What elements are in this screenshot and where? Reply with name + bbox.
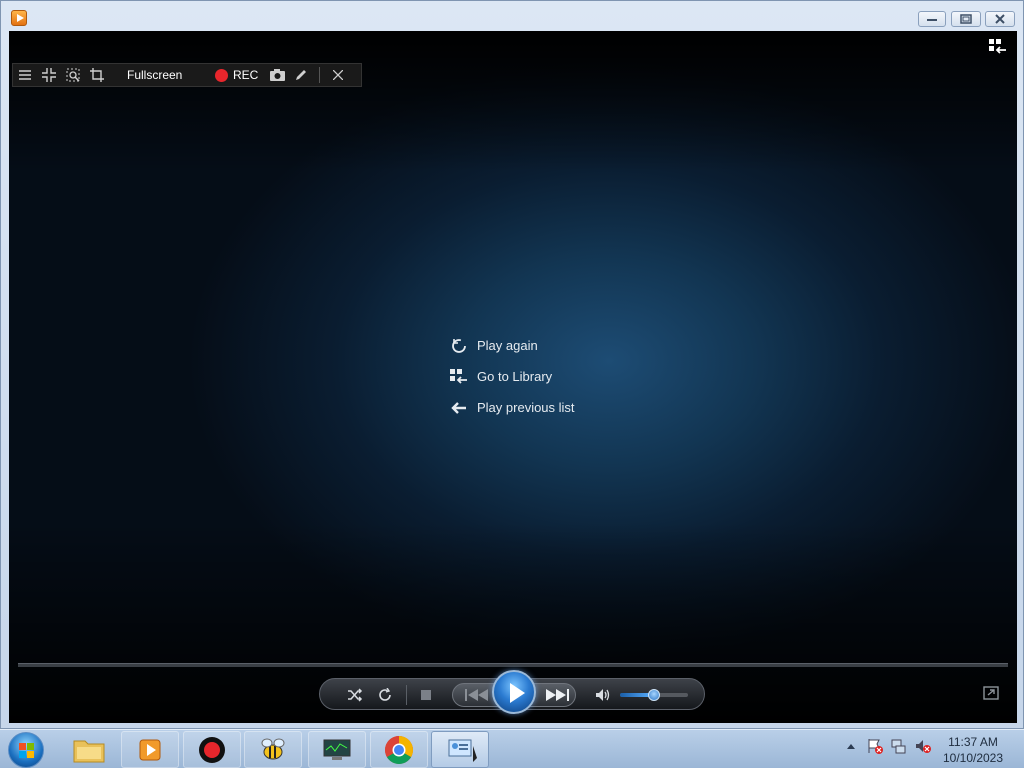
monitor-icon (323, 739, 351, 760)
title-bar[interactable] (1, 1, 1023, 31)
close-icon (995, 14, 1005, 24)
restore-icon (960, 14, 972, 24)
clock-time: 11:37 AM (948, 735, 998, 749)
fullscreen-button[interactable]: Fullscreen (127, 68, 205, 82)
volume-slider[interactable] (620, 689, 688, 701)
minimize-button[interactable] (918, 11, 946, 27)
region-zoom-button[interactable] (61, 64, 85, 86)
go-to-library-label: Go to Library (477, 369, 553, 384)
play-again-label: Play again (477, 338, 538, 353)
record-button[interactable]: REC (215, 68, 265, 82)
close-icon (333, 70, 343, 80)
record-icon (199, 736, 225, 763)
volume-thumb[interactable] (648, 689, 660, 701)
play-button[interactable] (492, 670, 536, 714)
taskbar-clock[interactable]: 11:37 AM 10/10/2023 (936, 734, 1010, 766)
taskbar-chrome[interactable] (370, 731, 428, 768)
library-icon (449, 367, 469, 387)
system-tray (843, 738, 939, 754)
previous-button[interactable] (460, 684, 494, 706)
action-center-tray[interactable] (867, 738, 883, 754)
volume-icon (596, 689, 610, 701)
close-button[interactable] (985, 11, 1015, 27)
taskbar-file-explorer[interactable] (60, 731, 118, 768)
start-button[interactable] (8, 732, 44, 768)
chrome-icon (385, 735, 413, 764)
capture-toolbar: Fullscreen REC (12, 63, 362, 87)
pencil-icon (296, 70, 306, 80)
record-label: REC (233, 68, 259, 82)
next-icon (546, 689, 569, 701)
video-area[interactable]: Play again Go to Library Play previous l… (9, 31, 1017, 723)
switch-to-compact-mode-icon[interactable] (983, 686, 999, 700)
play-previous-list-link[interactable]: Play previous list (449, 392, 575, 423)
shrink-button[interactable] (37, 64, 61, 86)
taskbar: 11:37 AM 10/10/2023 (0, 729, 1024, 768)
control-panel-icon (448, 739, 477, 762)
region-zoom-icon (66, 68, 80, 82)
taskbar-screen-recorder[interactable] (183, 731, 241, 768)
show-hidden-icons-button[interactable] (843, 738, 859, 754)
mute-button[interactable] (592, 684, 614, 706)
play-again-link[interactable]: Play again (449, 330, 575, 361)
camera-icon (269, 69, 285, 81)
repeat-button[interactable] (374, 684, 396, 706)
minimize-icon (927, 19, 937, 21)
media-player-app-icon[interactable] (11, 10, 27, 26)
back-arrow-icon (449, 398, 469, 418)
shrink-icon (42, 68, 56, 82)
shuffle-button[interactable] (344, 684, 366, 706)
taskbar-media-player[interactable] (121, 731, 179, 768)
playback-controls (319, 670, 705, 714)
network-tray[interactable] (891, 738, 907, 754)
volume-tray[interactable] (915, 738, 931, 754)
media-player-window: Play again Go to Library Play previous l… (0, 0, 1024, 729)
folder-icon (73, 740, 105, 762)
repeat-icon (379, 688, 391, 701)
action-center-flag-icon (868, 739, 883, 754)
screenshot-button[interactable] (265, 64, 289, 86)
toolbar-divider (319, 67, 320, 83)
bee-icon (261, 738, 285, 759)
media-player-icon (139, 739, 161, 760)
clock-date: 10/10/2023 (942, 751, 1004, 765)
stop-icon (421, 690, 431, 700)
restore-button[interactable] (951, 11, 981, 27)
replay-icon (449, 336, 469, 356)
go-to-library-link[interactable]: Go to Library (449, 361, 575, 392)
now-playing-end-menu: Play again Go to Library Play previous l… (449, 330, 575, 423)
seek-bar[interactable] (18, 663, 1008, 667)
stop-button[interactable] (415, 684, 437, 706)
taskbar-control-panel[interactable] (431, 731, 489, 768)
controls-divider (406, 685, 407, 705)
crop-icon (90, 68, 104, 82)
network-icon (891, 739, 906, 754)
shuffle-icon (348, 688, 363, 702)
menu-icon (19, 70, 31, 80)
crop-button[interactable] (85, 64, 109, 86)
close-toolbar-button[interactable] (326, 64, 350, 86)
previous-icon (465, 689, 488, 701)
record-dot-icon (215, 68, 228, 82)
taskbar-bee-app[interactable] (244, 731, 302, 768)
capture-menu-button[interactable] (13, 64, 37, 86)
switch-to-library-icon[interactable] (989, 39, 1007, 55)
windows-logo-icon (19, 743, 34, 758)
next-button[interactable] (540, 684, 574, 706)
play-previous-list-label: Play previous list (477, 400, 575, 415)
draw-button[interactable] (289, 64, 313, 86)
chevron-up-icon (847, 744, 855, 749)
speaker-muted-icon (916, 740, 931, 753)
taskbar-system-monitor[interactable] (308, 731, 366, 768)
